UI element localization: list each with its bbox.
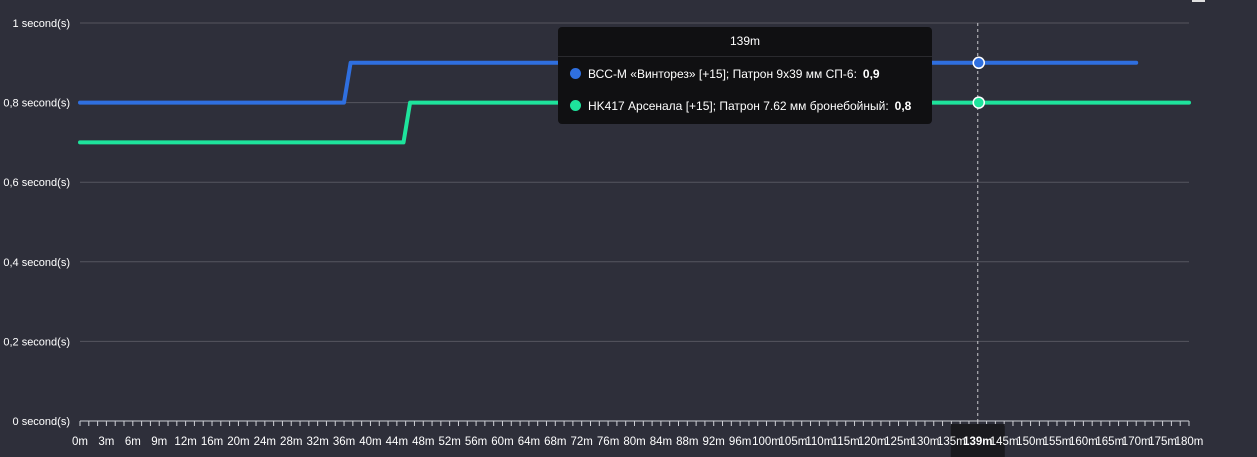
tooltip-row-2: HK417 Арсенала [+15]; Патрон 7.62 мм бро…	[570, 98, 911, 114]
x-tick-label: 12m	[174, 436, 196, 448]
x-tick-label: 3m	[98, 436, 114, 448]
x-tick-label: 60m	[491, 436, 513, 448]
x-tick-label: 9m	[151, 436, 167, 448]
x-axis: 0m 3m 6m 9m 12m 16m 20m 24m 28m 32m 36m 40m 44m 48m 52…	[72, 420, 1204, 457]
x-tick-label: 145m	[990, 436, 1019, 448]
x-tick-label: 120m	[858, 436, 887, 448]
y-tick-label: 0 second(s)	[13, 416, 70, 428]
x-tick-label: 52m	[438, 436, 460, 448]
x-tick-label: 48m	[412, 436, 434, 448]
x-tick-label: 80m	[623, 436, 645, 448]
x-tick-label: 165m	[1095, 436, 1124, 448]
x-tick-label: 175m	[1148, 436, 1177, 448]
x-tick-label: 180m	[1175, 436, 1204, 448]
x-tick-label: 125m	[884, 436, 913, 448]
x-tick-label: 160m	[1069, 436, 1098, 448]
x-tick-label: 24m	[254, 436, 276, 448]
x-tick-label: 100m	[752, 436, 781, 448]
x-tick-label: 150m	[1016, 436, 1045, 448]
x-tick-label: 135m	[937, 436, 966, 448]
x-tick-label: 32m	[306, 436, 328, 448]
y-tick-label: 1 second(s)	[13, 18, 70, 30]
y-tick-label: 0,8 second(s)	[3, 98, 70, 110]
x-tick-label: 76m	[597, 436, 619, 448]
series-2-dot-icon	[570, 100, 581, 111]
series-1-dot-icon	[570, 68, 581, 79]
x-tick-label: 68m	[544, 436, 566, 448]
x-tick-label: 56m	[465, 436, 487, 448]
x-tick-label: 40m	[359, 436, 381, 448]
x-tick-label: 16m	[201, 436, 223, 448]
tooltip-row-1-value: 0,9	[862, 67, 880, 81]
y-axis-labels: 0 second(s) 0,2 second(s) 0,4 second(s) 0,6…	[3, 18, 70, 428]
x-tick-label: 84m	[650, 436, 672, 448]
menu-icon[interactable]	[1192, 0, 1205, 2]
x-tick-label: 64m	[518, 436, 540, 448]
x-tick-label: 20m	[227, 436, 249, 448]
tooltip-row-1: ВСС-М «Винторез» [+15]; Патрон 9x39 мм С…	[570, 66, 880, 82]
tooltip-row-2-value: 0,8	[894, 99, 912, 113]
x-tick-label: 36m	[333, 436, 355, 448]
crosshair	[972, 23, 986, 421]
x-tick-label: 155m	[1043, 436, 1072, 448]
tooltip-row-2-label: HK417 Арсенала [+15]; Патрон 7.62 мм бро…	[588, 99, 889, 113]
hover-point	[972, 96, 986, 109]
y-tick-label: 0,6 second(s)	[3, 177, 70, 189]
hover-point	[972, 56, 986, 70]
tooltip-title: 139m	[558, 27, 932, 57]
x-tick-label: 115m	[832, 436, 860, 448]
x-tick-label: 170m	[1122, 436, 1151, 448]
x-tick-label: 88m	[676, 436, 698, 448]
y-tick-label: 0,4 second(s)	[3, 257, 70, 269]
tooltip-row-1-label: ВСС-М «Винторез» [+15]; Патрон 9x39 мм С…	[588, 67, 857, 81]
x-tick-label: 139m	[963, 436, 992, 448]
y-tick-label: 0,2 second(s)	[3, 336, 70, 348]
tooltip: 139m ВСС-М «Винторез» [+15]; Патрон 9x39…	[558, 27, 932, 124]
x-tick-label: 44m	[386, 436, 408, 448]
x-tick-label: 0m	[72, 436, 88, 448]
x-tick-label: 105m	[779, 436, 808, 448]
x-tick-label: 130m	[911, 436, 940, 448]
x-tick-label: 6m	[125, 436, 141, 448]
x-tick-label: 110m	[805, 436, 833, 448]
x-tick-label: 92m	[703, 436, 725, 448]
x-tick-label: 96m	[729, 436, 751, 448]
x-tick-label: 72m	[571, 436, 593, 448]
x-tick-label: 28m	[280, 436, 302, 448]
